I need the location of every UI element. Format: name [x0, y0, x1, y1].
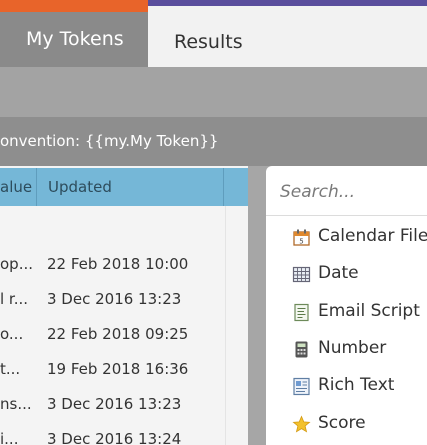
token-type-label: Calendar File	[318, 226, 427, 246]
token-type-number[interactable]: Number	[292, 333, 386, 363]
accent-strip-orange	[0, 0, 148, 12]
token-type-label: Email Script	[318, 301, 420, 321]
table-row[interactable]: ns... 3 Dec 2016 13:23	[0, 387, 224, 422]
token-type-calendar-file[interactable]: 5 Calendar File	[292, 221, 427, 251]
cell-value: t...	[0, 360, 21, 378]
cell-value: op...	[0, 255, 34, 273]
tab-my-tokens-label: My Tokens	[26, 28, 124, 50]
token-type-email-script[interactable]: Email Script	[292, 296, 420, 326]
cell-updated: 3 Dec 2016 13:23	[47, 395, 182, 413]
date-grid-icon	[292, 264, 311, 283]
tab-results-label: Results	[174, 31, 243, 53]
tokens-table: alue Updated op... 22 Feb 2018 10:00 l r…	[0, 166, 248, 445]
rich-text-icon	[292, 376, 311, 395]
cell-updated: 19 Feb 2018 16:36	[47, 360, 189, 378]
token-type-panel: 5 Calendar File Date Email Script	[266, 166, 427, 445]
column-header-updated[interactable]: Updated	[38, 168, 224, 206]
cell-value: l r...	[0, 290, 29, 308]
cell-value: i...	[0, 430, 19, 445]
search-box	[266, 166, 427, 218]
tab-bar: Results My Tokens	[0, 6, 427, 67]
calendar-icon: 5	[292, 227, 311, 246]
token-type-label: Score	[318, 413, 366, 433]
cell-updated: 22 Feb 2018 10:00	[47, 255, 189, 273]
cell-value: ns...	[0, 395, 32, 413]
column-header-extra[interactable]	[225, 168, 248, 206]
token-convention-text: onvention: {{my.My Token}}	[0, 132, 219, 150]
svg-text:5: 5	[299, 237, 303, 245]
token-type-label: Number	[318, 338, 387, 358]
column-header-value[interactable]: alue	[0, 168, 37, 206]
token-type-score[interactable]: Score	[292, 408, 366, 438]
token-convention-bar: onvention: {{my.My Token}}	[0, 117, 427, 166]
search-input[interactable]	[280, 166, 427, 218]
table-row[interactable]: t... 19 Feb 2018 16:36	[0, 352, 224, 387]
cell-updated: 22 Feb 2018 09:25	[47, 325, 189, 343]
star-icon	[292, 414, 311, 433]
cell-updated: 3 Dec 2016 13:24	[47, 430, 182, 445]
token-type-rich-text[interactable]: Rich Text	[292, 370, 394, 400]
script-icon	[292, 302, 311, 321]
table-row[interactable]: op... 22 Feb 2018 10:00	[0, 247, 224, 282]
token-type-date[interactable]: Date	[292, 258, 359, 288]
table-row[interactable]: l r... 3 Dec 2016 13:23	[0, 282, 224, 317]
table-row[interactable]: i... 3 Dec 2016 13:24	[0, 422, 224, 445]
table-header: alue Updated	[0, 168, 248, 206]
tab-my-tokens[interactable]: My Tokens	[0, 12, 148, 67]
toolbar-area	[0, 67, 427, 117]
table-row[interactable]: o... 22 Feb 2018 09:25	[0, 317, 224, 352]
panel-divider	[248, 166, 266, 445]
cell-value: o...	[0, 325, 24, 343]
tab-results[interactable]: Results	[148, 6, 427, 67]
calculator-icon	[292, 339, 311, 358]
cell-updated: 3 Dec 2016 13:23	[47, 290, 182, 308]
token-type-label: Date	[318, 263, 359, 283]
token-type-label: Rich Text	[318, 375, 395, 395]
table-scroll-gutter	[225, 206, 248, 445]
